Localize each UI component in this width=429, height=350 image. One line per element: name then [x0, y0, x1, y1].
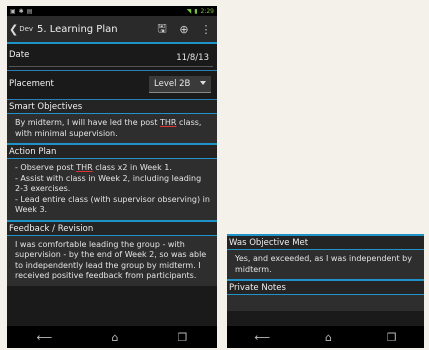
recents-nav-icon[interactable]: ❐ — [178, 331, 188, 344]
date-label: Date — [9, 50, 30, 60]
back-nav-icon[interactable]: ⟵ — [37, 331, 53, 344]
system-nav-bar: ⟵ ⌂ ❐ — [7, 326, 217, 348]
status-bar: ▣ ✱ ▤ ◥ ▮ 2:29 — [7, 6, 217, 16]
save-icon: 🖫 — [157, 21, 167, 35]
objective-met-text: Yes, and exceeded, as I was independent … — [235, 254, 412, 274]
system-nav-bar: ⟵ ⌂ ❐ — [227, 326, 424, 348]
phone-screen-right: Was Objective Met Yes, and exceeded, as … — [227, 234, 424, 348]
action-plan-line: - Observe post THR class x2 in Week 1. — [15, 163, 172, 172]
date-row: Date 11/8/13 — [7, 44, 217, 71]
status-time: 2:29 — [200, 7, 214, 15]
notification-icon: ▣ — [10, 7, 16, 15]
wifi-icon: ◥ — [186, 7, 192, 15]
home-nav-icon[interactable]: ⌂ — [111, 331, 118, 344]
add-button[interactable]: ⊕ — [173, 23, 195, 36]
objective-met-label: Was Objective Met — [227, 234, 424, 250]
back-arrow-icon: ❮ — [9, 22, 19, 36]
action-plan-label: Action Plan — [7, 145, 217, 159]
action-plan-field[interactable]: - Observe post THR class x2 in Week 1. -… — [7, 159, 217, 222]
date-field[interactable]: 11/8/13 — [176, 53, 209, 63]
action-plan-line: - Lead entire class (with supervisor obs… — [15, 194, 210, 215]
recents-nav-icon[interactable]: ❐ — [387, 331, 397, 344]
back-nav-icon[interactable]: ⟵ — [254, 331, 270, 344]
overflow-menu-button[interactable]: ⋮ — [195, 23, 217, 36]
more-vert-icon: ⋮ — [200, 22, 212, 36]
feedback-field[interactable]: I was comfortable leading the group - wi… — [7, 235, 217, 286]
action-plan-line: - Assist with class in Week 2, including… — [15, 173, 202, 194]
usb-icon: ✱ — [18, 7, 24, 15]
feedback-text: I was comfortable leading the group - wi… — [15, 239, 207, 281]
dropdown-arrow-icon — [200, 81, 206, 85]
up-navigation[interactable]: ❮ Dev — [7, 23, 37, 36]
action-bar: ❮ Dev 5. Learning Plan 🖫 ⊕ ⋮ — [7, 16, 217, 44]
placement-value: Level 2B — [154, 79, 191, 89]
placement-label: Placement — [9, 79, 54, 89]
feedback-label: Feedback / Revision — [7, 221, 217, 236]
smart-objectives-field[interactable]: By midterm, I will have led the post THR… — [7, 114, 217, 145]
phone-screen-left: ▣ ✱ ▤ ◥ ▮ 2:29 ❮ Dev 5. Learning Plan 🖫 … — [7, 6, 217, 348]
smart-objectives-label: Smart Objectives — [7, 100, 217, 114]
save-button[interactable]: 🖫 — [151, 20, 173, 39]
placement-dropdown[interactable]: Level 2B — [149, 76, 211, 93]
private-notes-label: Private Notes — [227, 281, 424, 295]
page-title: 5. Learning Plan — [37, 23, 118, 35]
battery-icon: ▮ — [194, 7, 198, 15]
app-icon-label: Dev — [19, 25, 34, 33]
smart-objectives-text: By midterm, I will have led the post THR… — [15, 118, 202, 138]
objective-met-field[interactable]: Yes, and exceeded, as I was independent … — [227, 250, 424, 281]
image-icon: ▤ — [26, 7, 33, 15]
placement-row: Placement Level 2B — [7, 71, 217, 100]
private-notes-field[interactable] — [227, 295, 424, 311]
add-circle-icon: ⊕ — [179, 22, 189, 36]
home-nav-icon[interactable]: ⌂ — [325, 331, 332, 344]
date-field-underline — [9, 66, 213, 67]
